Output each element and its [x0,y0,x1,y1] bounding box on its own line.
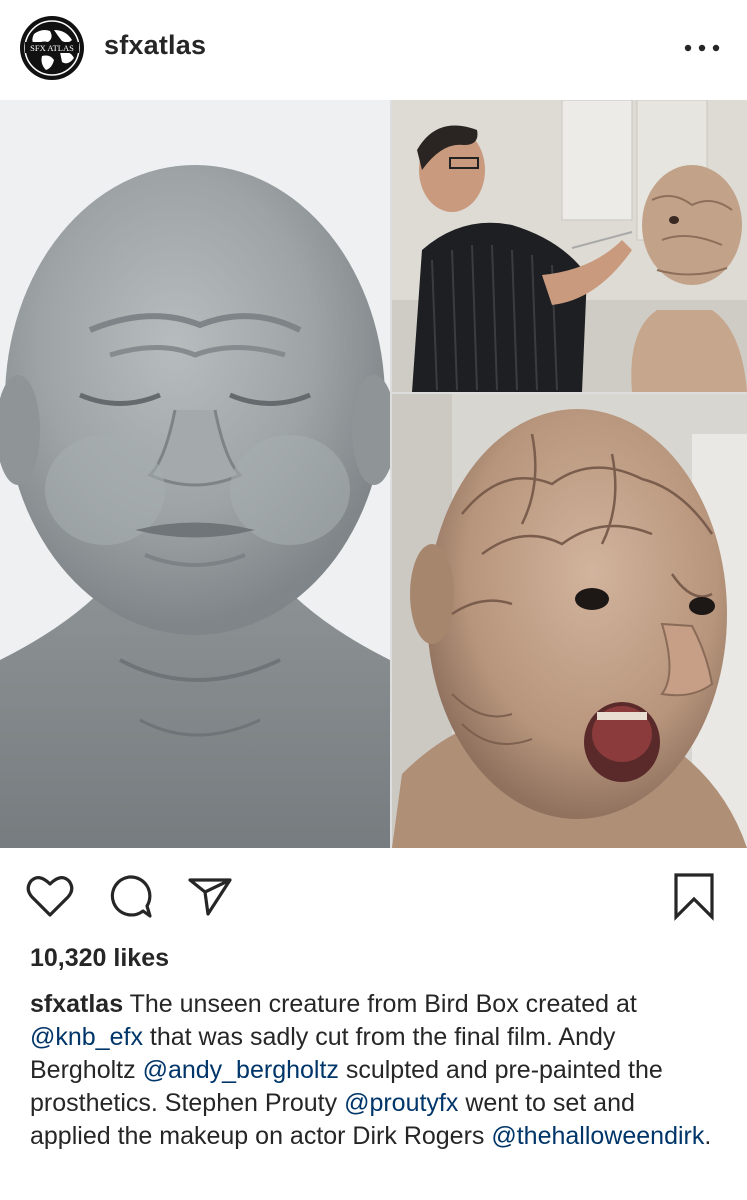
makeup-application-photo [392,100,747,392]
caption-text: . [704,1122,712,1150]
save-button[interactable] [668,870,720,922]
action-bar [0,848,747,948]
more-options-button[interactable] [680,34,724,62]
like-button[interactable] [24,870,76,922]
clay-sculpt-photo [0,100,390,848]
share-icon [188,878,232,916]
globe-logo-icon: SFX ATLAS [21,17,83,79]
comment-button[interactable] [104,870,156,922]
svg-text:SFX ATLAS: SFX ATLAS [30,43,74,53]
mention-link[interactable]: @andy_bergholtz [143,1056,339,1084]
mention-link[interactable]: @thehalloweendirk [491,1122,704,1150]
post-image[interactable] [0,100,747,848]
mention-link[interactable]: @knb_efx [30,1023,143,1051]
share-button[interactable] [184,870,236,922]
avatar[interactable]: SFX ATLAS [20,16,84,80]
post-header: SFX ATLAS sfxatlas [0,0,747,100]
caption-text: The unseen creature from Bird Box create… [123,990,637,1018]
bookmark-icon [674,873,714,921]
heart-icon [26,876,74,917]
caption-author[interactable]: sfxatlas [30,990,123,1018]
likes-count[interactable]: 10,320 likes [30,944,169,973]
painted-creature-photo [392,394,747,848]
username[interactable]: sfxatlas [104,30,206,61]
comment-icon [110,875,152,918]
more-options-icon [684,44,720,52]
mention-link[interactable]: @proutyfx [344,1089,458,1117]
post-caption: sfxatlas The unseen creature from Bird B… [30,988,720,1153]
